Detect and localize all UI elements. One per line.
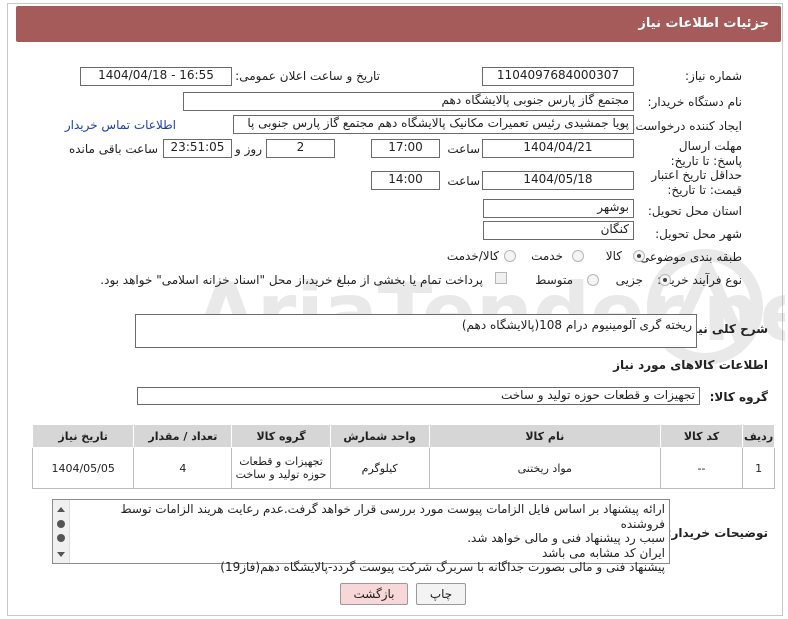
remaining-label: ساعت باقی مانده xyxy=(68,142,158,156)
category-radio-goods[interactable] xyxy=(633,250,645,262)
category-option-service: خدمت xyxy=(531,249,563,263)
col-qty: تعداد / مقدار xyxy=(133,424,233,448)
city-field: کنگان xyxy=(483,221,634,240)
col-unit: واحد شمارش xyxy=(329,424,430,448)
treasury-checkbox[interactable] xyxy=(495,272,507,284)
deadline-hour-label: ساعت xyxy=(447,142,480,156)
scroll-down-icon xyxy=(57,552,65,557)
notes-field[interactable]: ارائه پیشنهاد بر اساس فایل الزامات پیوست… xyxy=(52,499,670,574)
goods-group-label: گروه کالا: xyxy=(709,390,768,404)
buyer-contact-link[interactable]: اطلاعات تماس خریدار xyxy=(65,118,176,132)
print-button[interactable]: چاپ xyxy=(416,583,466,605)
category-radio-goods-service[interactable] xyxy=(504,250,516,262)
cell-unit: کیلوگرم xyxy=(329,447,430,489)
table-row: 1 -- مواد ریختنی کیلوگرم تجهیزات و قطعات… xyxy=(31,447,775,489)
page-title: جزئیات اطلاعات نیاز xyxy=(638,16,769,31)
payment-note: پرداخت تمام یا بخشی از مبلغ خرید،از محل … xyxy=(100,273,483,287)
category-label: طبقه بندی موضوعی: xyxy=(635,250,742,264)
cell-date: 1404/05/05 xyxy=(31,447,135,489)
announce-label: تاریخ و ساعت اعلان عمومی: xyxy=(235,69,380,83)
col-date: تاریخ نیاز xyxy=(31,424,135,448)
page-header: جزئیات اطلاعات نیاز xyxy=(16,6,781,42)
purchase-option-medium: متوسط xyxy=(535,273,573,287)
col-name: نام کالا xyxy=(428,424,661,448)
cell-code: -- xyxy=(659,447,744,489)
category-option-goods: کالا xyxy=(605,249,622,263)
scroll-up-icon xyxy=(57,507,65,512)
cell-qty: 4 xyxy=(133,447,233,489)
deadline-label: مهلت ارسال پاسخ: تا تاریخ: xyxy=(670,139,742,168)
validity-date-field: 1404/05/18 xyxy=(482,171,634,190)
goods-section-title: اطلاعات کالاهای مورد نیاز xyxy=(613,358,768,372)
days-label: روز و xyxy=(235,142,262,156)
validity-label: حداقل تاریخ اعتبار قیمت: تا تاریخ: xyxy=(651,168,742,197)
col-group: گروه کالا xyxy=(231,424,331,448)
goods-table-header: ردیف کد کالا نام کالا واحد شمارش گروه کا… xyxy=(31,424,775,448)
requester-label: ایجاد کننده درخواست: xyxy=(631,119,742,133)
announce-field: 1404/04/18 - 16:55 xyxy=(80,67,232,86)
purchase-radio-medium[interactable] xyxy=(587,274,599,286)
notes-scrollbar[interactable] xyxy=(53,500,70,563)
purchase-option-minor: جزیی xyxy=(615,273,643,287)
buyer-org-label: نام دستگاه خریدار: xyxy=(647,95,743,109)
province-field: بوشهر xyxy=(483,199,634,218)
notes-line-4: پیشنهاد فنی و مالی بصورت جداگانه با سربر… xyxy=(220,560,665,574)
days-field: 2 xyxy=(266,139,335,158)
need-number-field: 1104097684000307 xyxy=(482,67,634,86)
notes-line-3: ایران کد مشابه می باشد xyxy=(541,545,665,560)
deadline-date-field: 1404/04/21 xyxy=(482,139,634,158)
cell-row: 1 xyxy=(742,447,775,489)
description-field[interactable]: ریخته گری آلومینیوم درام 108(پالایشگاه د… xyxy=(135,314,697,348)
requester-field: پویا جمشیدی رئیس تعمیرات مکانیک پالایشگا… xyxy=(233,115,634,134)
cell-name: مواد ریختنی xyxy=(428,447,661,489)
category-option-goods-service: کالا/خدمت xyxy=(446,249,499,263)
back-button[interactable]: بازگشت xyxy=(340,583,408,605)
province-label: استان محل تحویل: xyxy=(647,204,742,218)
scroll-thumb-icon xyxy=(57,520,65,528)
buyer-org-field: مجتمع گاز پارس جنوبی پالایشگاه دهم xyxy=(183,92,634,111)
goods-table: ردیف کد کالا نام کالا واحد شمارش گروه کا… xyxy=(31,424,775,489)
deadline-time-field: 17:00 xyxy=(371,139,440,158)
col-code: کد کالا xyxy=(659,424,744,448)
notes-text: ارائه پیشنهاد بر اساس فایل الزامات پیوست… xyxy=(75,502,665,575)
validity-time-field: 14:00 xyxy=(371,171,440,190)
scroll-thumb2-icon xyxy=(57,534,65,542)
col-row: ردیف xyxy=(742,424,775,448)
category-radio-service[interactable] xyxy=(572,250,584,262)
city-label: شهر محل تحویل: xyxy=(655,227,742,241)
purchase-radio-minor[interactable] xyxy=(659,274,671,286)
need-number-label: شماره نیاز: xyxy=(685,69,742,83)
notes-label: توضیحات خریدار: xyxy=(666,526,768,540)
notes-line-2: سبب رد پیشنهاد فنی و مالی خواهد شد. xyxy=(467,531,665,545)
goods-group-field: تجهیزات و قطعات حوزه تولید و ساخت xyxy=(137,387,700,405)
notes-line-1: ارائه پیشنهاد بر اساس فایل الزامات پیوست… xyxy=(120,502,665,531)
cell-group: تجهیزات و قطعات حوزه تولید و ساخت xyxy=(231,447,331,489)
validity-hour-label: ساعت xyxy=(447,174,480,188)
remaining-time-field: 23:51:05 xyxy=(163,139,232,158)
